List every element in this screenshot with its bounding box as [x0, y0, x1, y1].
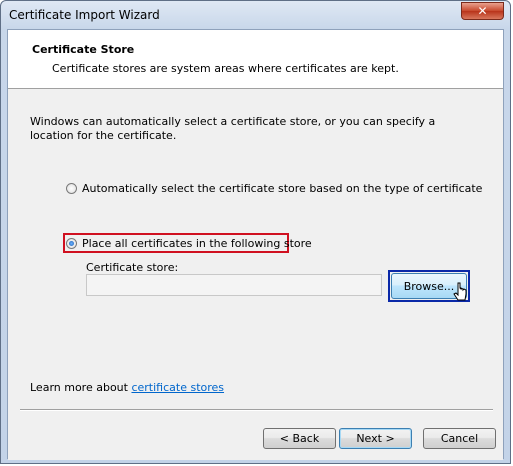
- certificate-store-label: Certificate store:: [86, 261, 179, 274]
- next-button[interactable]: Next >: [339, 428, 412, 449]
- close-button[interactable]: ✕: [461, 2, 504, 20]
- radio-auto-select-indicator[interactable]: [66, 182, 77, 194]
- radio-place-in-store[interactable]: Place all certificates in the following …: [66, 235, 312, 251]
- wizard-window: Certificate Import Wizard ✕ Certificate …: [0, 0, 511, 464]
- title-bar[interactable]: Certificate Import Wizard ✕: [1, 1, 510, 29]
- wizard-header: Certificate Store Certificate stores are…: [8, 30, 503, 89]
- footer-divider: [20, 409, 493, 411]
- page-title: Certificate Store: [32, 43, 135, 56]
- learn-more-text: Learn more about certificate stores: [30, 381, 224, 394]
- wizard-footer: < Back Next > Cancel: [8, 409, 503, 460]
- page-subtitle: Certificate stores are system areas wher…: [52, 62, 399, 75]
- window-title: Certificate Import Wizard: [9, 8, 160, 22]
- cancel-button[interactable]: Cancel: [423, 428, 496, 449]
- certificate-stores-link[interactable]: certificate stores: [131, 381, 224, 394]
- certificate-store-field[interactable]: [86, 274, 382, 296]
- radio-place-in-store-label[interactable]: Place all certificates in the following …: [82, 237, 312, 250]
- close-icon: ✕: [477, 4, 488, 18]
- back-button[interactable]: < Back: [263, 428, 336, 449]
- radio-place-in-store-indicator[interactable]: [66, 237, 77, 249]
- radio-auto-select[interactable]: Automatically select the certificate sto…: [66, 180, 482, 196]
- wizard-client-area: Certificate Store Certificate stores are…: [7, 29, 504, 460]
- mouse-pointer-icon: [453, 282, 467, 301]
- wizard-body: Windows can automatically select a certi…: [8, 89, 503, 409]
- learn-more-prefix: Learn more about: [30, 381, 132, 394]
- radio-auto-select-label[interactable]: Automatically select the certificate sto…: [82, 182, 482, 195]
- intro-text: Windows can automatically select a certi…: [30, 115, 436, 142]
